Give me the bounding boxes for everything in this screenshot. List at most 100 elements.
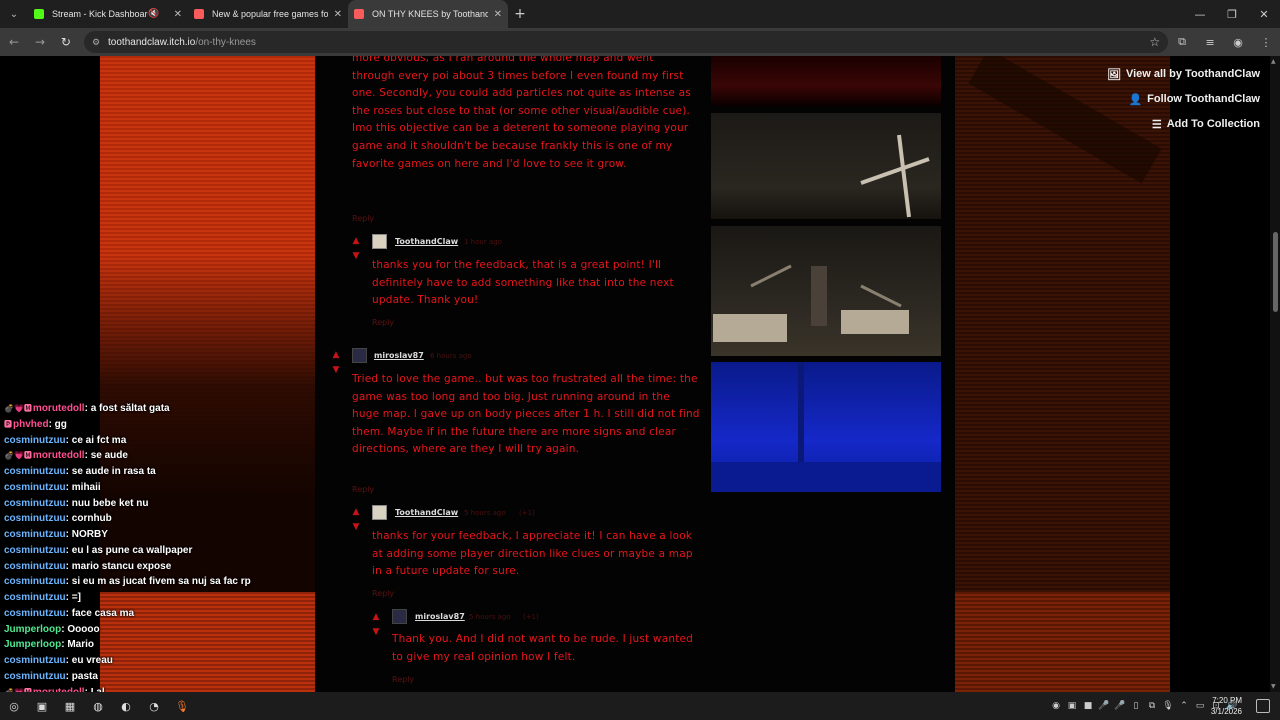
tab-kick-dashboard[interactable]: Stream - Kick Dashboard 🔇 ✕ xyxy=(28,0,188,28)
chat-message: cosminutzuu: se aude in rasa ta xyxy=(4,464,304,480)
reply-link[interactable]: Reply xyxy=(352,485,374,494)
comment-timestamp[interactable]: 5 hours ago xyxy=(464,509,506,517)
app-icon[interactable]: ◎ xyxy=(0,692,28,720)
downvote-arrow-icon[interactable]: ▼ xyxy=(351,520,361,534)
chat-username[interactable]: phvhed xyxy=(13,419,49,430)
close-tab-icon[interactable]: ✕ xyxy=(174,9,182,20)
add-to-collection-button[interactable]: ☰ Add To Collection xyxy=(1152,115,1260,133)
profile-avatar-icon[interactable]: ◉ xyxy=(1224,30,1252,54)
comment-timestamp[interactable]: 1 hour ago xyxy=(464,238,502,246)
scroll-down-icon[interactable]: ▼ xyxy=(1271,683,1276,690)
chat-username[interactable]: cosminutzuu xyxy=(4,545,66,556)
downvote-arrow-icon[interactable]: ▼ xyxy=(331,363,341,377)
url-input[interactable]: ⚙ toothandclaw.itch.io/on-thy-knees ☆ xyxy=(83,31,1169,53)
tray-app-icon[interactable]: ⧉ xyxy=(1144,701,1160,711)
downvote-arrow-icon[interactable]: ▼ xyxy=(351,249,361,263)
game-screenshot[interactable] xyxy=(711,113,941,219)
screenshot-cross-art xyxy=(860,134,930,218)
close-window-icon[interactable]: ✕ xyxy=(1248,0,1280,28)
chat-username[interactable]: Jumperloop xyxy=(4,639,61,650)
downvote-arrow-icon[interactable]: ▼ xyxy=(371,625,381,639)
upvote-arrow-icon[interactable]: ▲ xyxy=(331,348,341,362)
extensions-icon[interactable]: ⧉ xyxy=(1168,30,1196,54)
comment-author[interactable]: ToothandClaw xyxy=(395,237,458,246)
upvote-arrow-icon[interactable]: ▲ xyxy=(351,234,361,248)
app-icon[interactable]: ◔ xyxy=(140,692,168,720)
follow-author-button[interactable]: 👤 Follow ToothandClaw xyxy=(1128,90,1260,108)
reload-icon[interactable]: ↻ xyxy=(54,30,78,54)
game-screenshot[interactable] xyxy=(711,362,941,492)
chat-username[interactable]: cosminutzuu xyxy=(4,576,66,587)
browser-menu-icon[interactable]: ⋮ xyxy=(1252,30,1280,54)
tray-mic-icon[interactable]: 🎙 xyxy=(1160,701,1176,711)
scrollbar-thumb[interactable] xyxy=(1273,232,1278,312)
microphone-icon[interactable]: 🎙 xyxy=(168,692,196,720)
notification-icon[interactable] xyxy=(1256,699,1270,713)
chat-username[interactable]: cosminutzuu xyxy=(4,513,66,524)
chat-username[interactable]: cosminutzuu xyxy=(4,482,66,493)
upvote-arrow-icon[interactable]: ▲ xyxy=(351,505,361,519)
background-lower-glow xyxy=(955,592,1170,692)
comment-author[interactable]: miroslav87 xyxy=(374,351,424,360)
chat-username[interactable]: cosminutzuu xyxy=(4,435,66,446)
tray-mic-icon[interactable]: 🎤 xyxy=(1096,701,1112,711)
avatar[interactable] xyxy=(372,505,387,520)
new-tab-button[interactable]: + xyxy=(508,6,532,22)
back-arrow-icon[interactable]: ← xyxy=(2,30,26,54)
scroll-up-icon[interactable]: ▲ xyxy=(1271,58,1276,65)
chat-username[interactable]: morutedoll xyxy=(33,403,85,414)
chat-username[interactable]: cosminutzuu xyxy=(4,466,66,477)
chat-username[interactable]: cosminutzuu xyxy=(4,561,66,572)
site-info-icon[interactable]: ⚙ xyxy=(92,37,100,48)
tray-app-icon[interactable]: ▣ xyxy=(1064,701,1080,711)
app-icon[interactable]: ◐ xyxy=(112,692,140,720)
app-icon[interactable]: ▣ xyxy=(28,692,56,720)
muted-speaker-icon[interactable]: 🔇 xyxy=(148,9,159,19)
reply-link[interactable]: Reply xyxy=(392,675,414,684)
close-tab-icon[interactable]: ✕ xyxy=(334,9,342,20)
forward-arrow-icon[interactable]: → xyxy=(28,30,52,54)
avatar[interactable] xyxy=(352,348,367,363)
chat-username[interactable]: cosminutzuu xyxy=(4,498,66,509)
chat-message: cosminutzuu: si eu m as jucat fivem sa n… xyxy=(4,574,304,590)
tray-mic-icon[interactable]: 🎤 xyxy=(1112,701,1128,711)
chat-username[interactable]: cosminutzuu xyxy=(4,608,66,619)
chat-username[interactable]: morutedoll xyxy=(33,450,85,461)
tab-title: Stream - Kick Dashboard xyxy=(52,9,149,19)
chat-username[interactable]: cosminutzuu xyxy=(4,529,66,540)
reply-link[interactable]: Reply xyxy=(352,214,374,223)
minimize-icon[interactable]: — xyxy=(1184,0,1216,28)
chat-username[interactable]: cosminutzuu xyxy=(4,671,66,682)
restore-icon[interactable]: ❐ xyxy=(1216,0,1248,28)
avatar[interactable] xyxy=(372,234,387,249)
chat-text: : =] xyxy=(65,592,81,603)
chat-username[interactable]: Jumperloop xyxy=(4,624,61,635)
comment-timestamp[interactable]: 6 hours ago xyxy=(430,352,472,360)
app-icon[interactable]: ◍ xyxy=(84,692,112,720)
tab-on-thy-knees[interactable]: ON THY KNEES by ToothandClaw ✕ xyxy=(348,0,508,28)
chevron-up-icon[interactable]: ⌃ xyxy=(1176,701,1192,711)
bookmark-star-icon[interactable]: ☆ xyxy=(1149,35,1160,49)
upvote-arrow-icon[interactable]: ▲ xyxy=(371,610,381,624)
chat-username[interactable]: cosminutzuu xyxy=(4,592,66,603)
app-icon[interactable]: ▦ xyxy=(56,692,84,720)
chat-username[interactable]: cosminutzuu xyxy=(4,655,66,666)
tray-app-icon[interactable]: ◉ xyxy=(1048,701,1064,711)
comment-timestamp[interactable]: 5 hours ago xyxy=(469,613,511,621)
game-screenshot[interactable] xyxy=(711,56,941,106)
avatar[interactable] xyxy=(392,609,407,624)
media-controls-icon[interactable]: ≡ xyxy=(1196,30,1224,54)
taskbar-clock[interactable]: 7:20 PM 3/1/2026 xyxy=(1200,695,1242,717)
reply-link[interactable]: Reply xyxy=(372,589,394,598)
tray-app-icon[interactable]: ▯ xyxy=(1128,701,1144,711)
game-screenshot[interactable] xyxy=(711,226,941,356)
tab-search-chevron-icon[interactable]: ⌄ xyxy=(0,0,28,28)
close-tab-icon[interactable]: ✕ xyxy=(494,9,502,20)
comment-author[interactable]: ToothandClaw xyxy=(395,508,458,517)
view-all-by-author-button[interactable]: 🖼 View all by ToothandClaw xyxy=(1107,65,1260,83)
page-scrollbar[interactable]: ▲ ▼ xyxy=(1270,56,1280,692)
tray-app-icon[interactable]: ■ xyxy=(1080,701,1096,711)
reply-link[interactable]: Reply xyxy=(372,318,394,327)
comment-author[interactable]: miroslav87 xyxy=(415,612,465,621)
tab-itch-free-games[interactable]: New & popular free games for ✕ xyxy=(188,0,348,28)
